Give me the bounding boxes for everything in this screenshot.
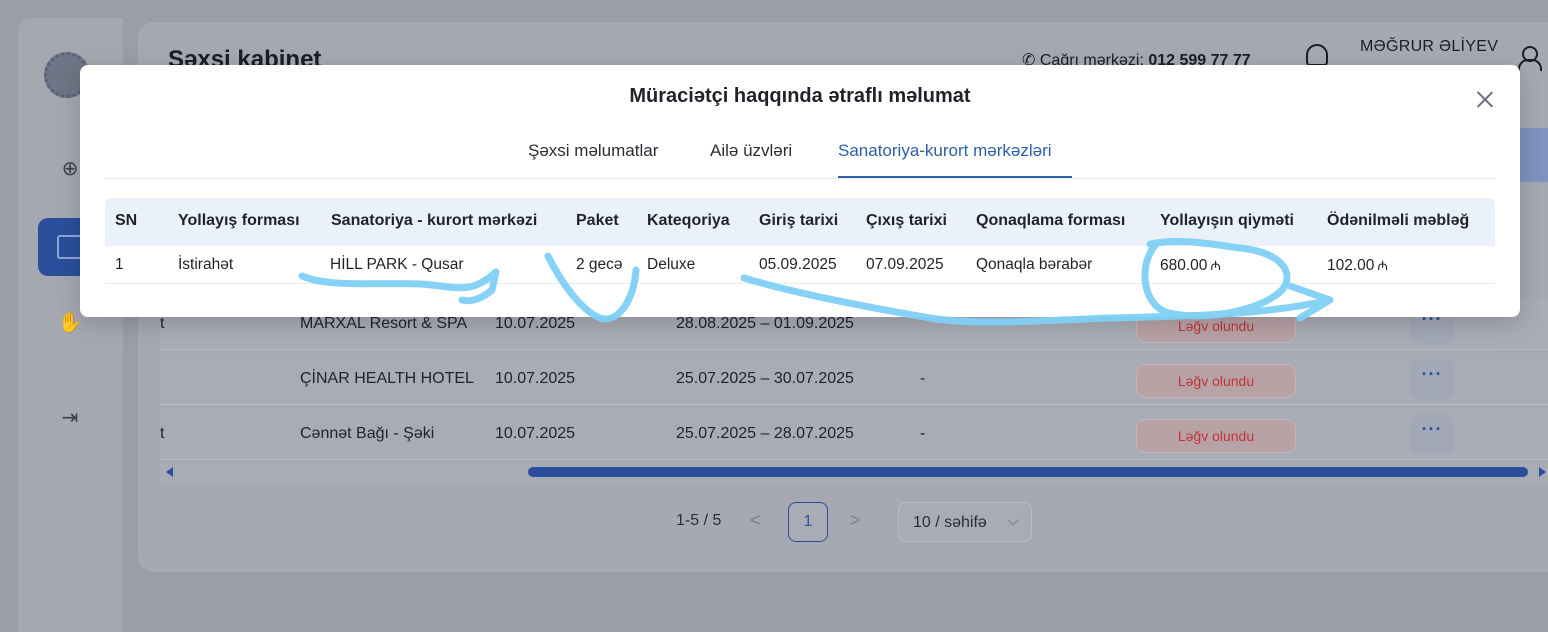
- row-hotel: MARXAL Resort & SPA: [300, 315, 468, 332]
- modal-title: Müraciətçi haqqında ətraflı məlumat: [629, 85, 971, 107]
- status-badge: Ləğv olundu: [1136, 419, 1296, 453]
- row-note: -: [920, 425, 926, 442]
- header-accommodation: Qonaqlama forması: [976, 212, 1126, 229]
- horizontal-scrollbar[interactable]: [160, 462, 1548, 482]
- sanatorium-table: SN Yollayış forması Sanatoriya - kurort …: [105, 198, 1495, 284]
- row-date: 10.07.2025: [495, 370, 576, 387]
- next-page-button[interactable]: >: [850, 510, 861, 531]
- price-value: 680.00: [1160, 257, 1208, 274]
- prev-page-button[interactable]: <: [750, 510, 761, 531]
- cell-category: Deluxe: [647, 256, 696, 273]
- modal-tabs: Şəxsi məlumatlar Ailə üzvləri Sanatoriya…: [105, 127, 1495, 179]
- handshake-icon[interactable]: ✋: [57, 310, 83, 336]
- table-row: 1 İstirahət HİLL PARK - Qusar 2 gecə Del…: [105, 246, 1495, 284]
- header-sn: SN: [115, 212, 138, 229]
- manat-icon: ₼: [1377, 258, 1388, 273]
- manat-icon: ₼: [1210, 258, 1221, 273]
- row-actions-button[interactable]: ···: [1410, 414, 1454, 454]
- header-amount-payable: Ödənilməli məbləğ: [1327, 212, 1470, 229]
- chevron-down-icon: [1007, 514, 1019, 526]
- row-period: 28.08.2025 – 01.09.2025: [676, 315, 854, 332]
- user-icon[interactable]: [1518, 46, 1542, 71]
- tab-family-members[interactable]: Ailə üzvləri: [710, 141, 792, 161]
- bell-icon[interactable]: [1306, 44, 1328, 66]
- amount-value: 102.00: [1327, 257, 1375, 274]
- cell-package: 2 gecə: [576, 256, 623, 273]
- row-period: 25.07.2025 – 30.07.2025: [676, 370, 854, 387]
- page-1-button[interactable]: 1: [788, 502, 828, 542]
- header-package: Paket: [576, 212, 619, 229]
- cell-amount-payable: 102.00 ₼: [1327, 256, 1388, 275]
- pagination-range: 1-5 / 5: [676, 512, 722, 529]
- cell-check-out: 07.09.2025: [866, 256, 944, 273]
- page-size-select[interactable]: 10 / səhifə: [898, 502, 1032, 542]
- table-row: t Cənnət Bağı - Şəki 10.07.2025 25.07.20…: [160, 408, 1548, 460]
- cell-sn: 1: [115, 256, 124, 273]
- active-tab-indicator: [838, 176, 1072, 178]
- scrollbar-thumb[interactable]: [528, 467, 1528, 477]
- status-badge: Ləğv olundu: [1136, 364, 1296, 398]
- logout-icon[interactable]: ⇥: [57, 405, 83, 431]
- cell-voucher-type: İstirahət: [178, 256, 234, 273]
- cell-accommodation: Qonaqla bərabər: [976, 256, 1093, 273]
- tab-sanatorium-centers[interactable]: Sanatoriya-kurort mərkəzləri: [838, 141, 1052, 161]
- header-voucher-price: Yollayışın qiyməti: [1160, 212, 1294, 229]
- row-actions-button[interactable]: ···: [1410, 359, 1454, 399]
- cell-sanatorium: HİLL PARK - Qusar: [330, 256, 464, 273]
- table-row: ÇİNAR HEALTH HOTEL 10.07.2025 25.07.2025…: [160, 353, 1548, 405]
- close-icon[interactable]: [1475, 89, 1495, 109]
- row-period: 25.07.2025 – 28.07.2025: [676, 425, 854, 442]
- row-hotel: Cənnət Bağı - Şəki: [300, 425, 435, 442]
- scroll-right-icon[interactable]: [1539, 467, 1546, 477]
- row-date: 10.07.2025: [495, 425, 576, 442]
- tab-personal-info[interactable]: Şəxsi məlumatlar: [528, 141, 658, 161]
- table-header: SN Yollayış forması Sanatoriya - kurort …: [105, 198, 1495, 246]
- row-date: 10.07.2025: [495, 315, 576, 332]
- applicant-details-modal: Müraciətçi haqqında ətraflı məlumat Şəxs…: [80, 65, 1520, 317]
- user-name: MƏĞRUR ƏLİYEV: [1360, 38, 1499, 55]
- row-cell-a: t: [160, 315, 165, 332]
- header-category: Kateqoriya: [647, 212, 730, 229]
- cell-voucher-price: 680.00 ₼: [1160, 256, 1221, 275]
- page-size-value: 10 / səhifə: [913, 514, 987, 531]
- scroll-left-icon[interactable]: [166, 467, 173, 477]
- header-check-in: Giriş tarixi: [759, 212, 839, 229]
- row-note: -: [920, 370, 926, 387]
- cell-check-in: 05.09.2025: [759, 256, 837, 273]
- row-hotel: ÇİNAR HEALTH HOTEL: [300, 370, 474, 387]
- header-voucher-type: Yollayış forması: [178, 212, 300, 229]
- header-sanatorium: Sanatoriya - kurort mərkəzi: [331, 212, 538, 229]
- header-check-out: Çıxış tarixi: [866, 212, 947, 229]
- row-cell-a: t: [160, 425, 165, 442]
